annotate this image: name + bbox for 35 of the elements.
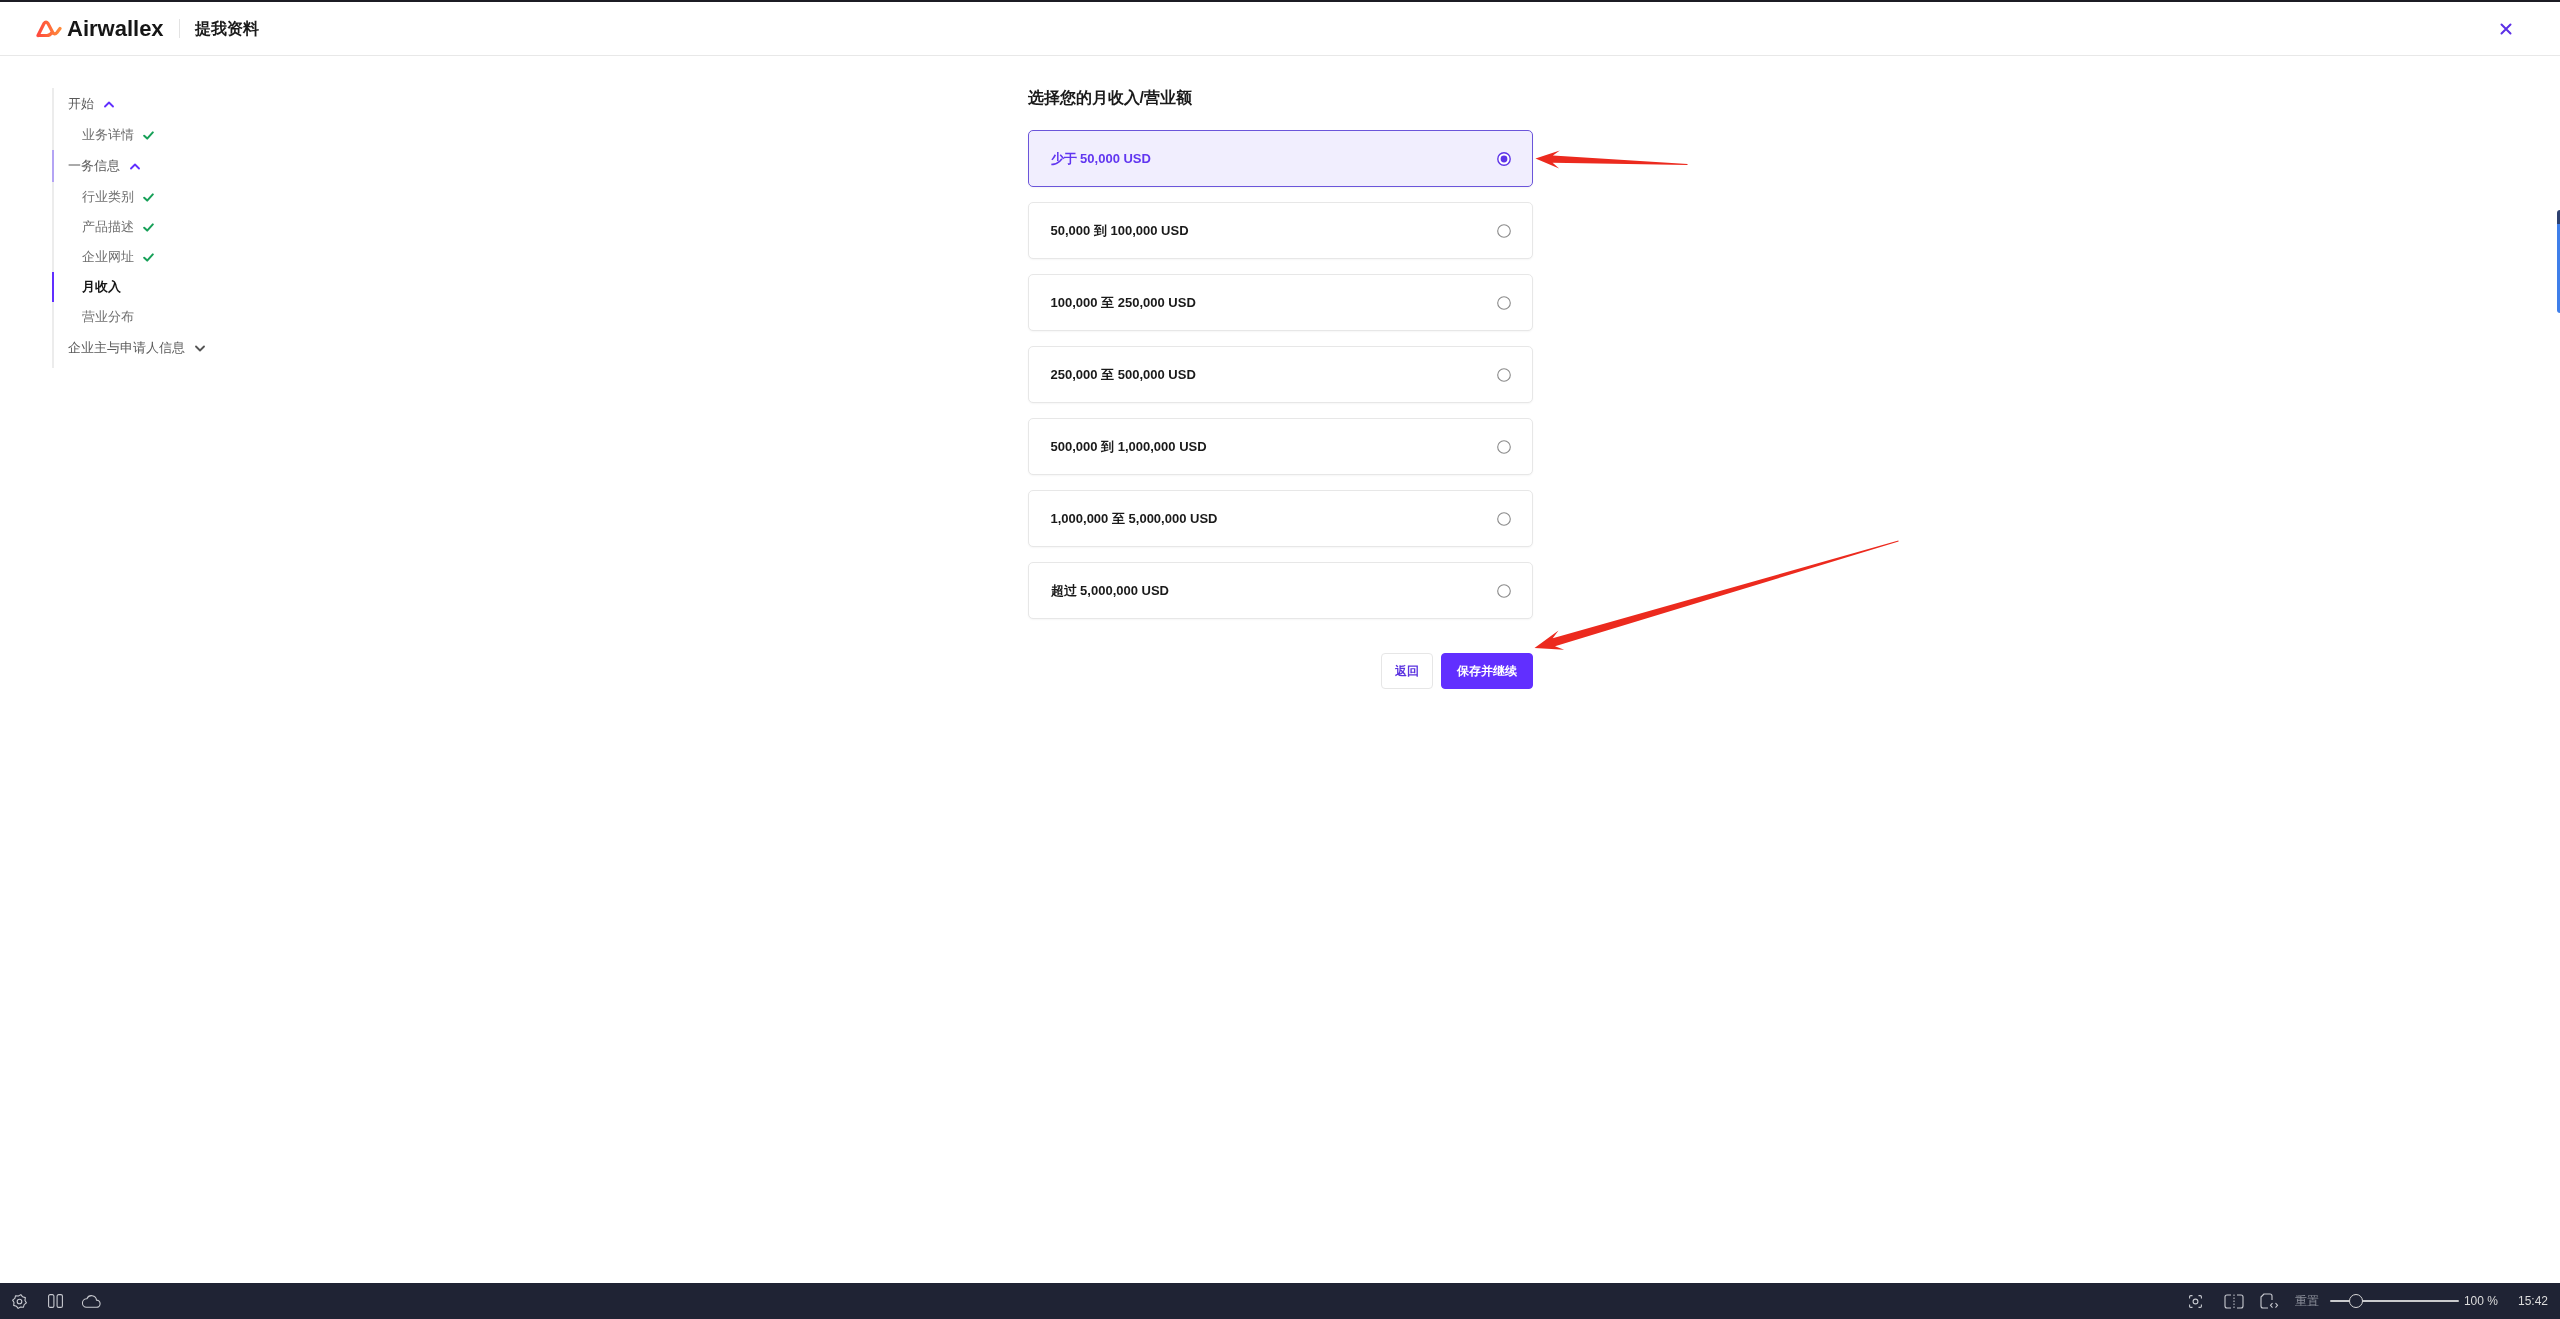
sidebar-section[interactable]: 企业主与申请人信息: [52, 332, 205, 364]
double-rectangle-icon[interactable]: [48, 1294, 63, 1308]
sidebar-item[interactable]: 营业分布: [52, 302, 205, 332]
split-view-icon[interactable]: [2223, 1293, 2244, 1309]
page-title: 提我资料: [194, 18, 259, 39]
zoom-reading: 100 %: [2463, 1294, 2498, 1308]
sidebar-section[interactable]: 一务信息: [52, 150, 205, 182]
cloud-icon[interactable]: [82, 1294, 101, 1308]
settings-icon[interactable]: [12, 1293, 27, 1309]
sidebar-item[interactable]: 月收入: [52, 272, 205, 302]
zoom-slider[interactable]: [2329, 1294, 2459, 1308]
income-option[interactable]: 100,000 至 250,000 USD: [1027, 274, 1533, 331]
sidebar-item[interactable]: 业务详情: [52, 120, 205, 150]
side-panel-handle[interactable]: [2557, 210, 2560, 313]
capture-icon[interactable]: [2188, 1294, 2202, 1308]
sidebar-item[interactable]: 企业网址: [52, 242, 205, 272]
section-heading: 选择您的月收入/营业额: [1027, 89, 1193, 107]
back-button[interactable]: 返回: [1380, 653, 1433, 689]
reset-control[interactable]: 重置: [2294, 1294, 2319, 1308]
brand-logo-icon: [36, 19, 62, 38]
income-option[interactable]: 1,000,000 至 5,000,000 USD: [1027, 490, 1533, 547]
close-icon[interactable]: [2500, 22, 2512, 35]
sidebar-item[interactable]: 产品描述: [52, 212, 205, 242]
income-option[interactable]: 50,000 到 100,000 USD: [1027, 202, 1533, 259]
sidebar-section[interactable]: 开始: [52, 88, 205, 120]
income-option[interactable]: 超过 5,000,000 USD: [1027, 562, 1533, 619]
zoom-slider-thumb[interactable]: [2348, 1294, 2363, 1308]
brand-name: Airwallex: [67, 15, 164, 42]
income-option[interactable]: 250,000 至 500,000 USD: [1027, 346, 1533, 403]
income-option[interactable]: 少于 50,000 USD: [1027, 130, 1533, 187]
sidebar-item[interactable]: 行业类别: [52, 182, 205, 212]
page-code-icon[interactable]: [2259, 1293, 2279, 1309]
save-continue-button[interactable]: 保存并继续: [1440, 653, 1533, 689]
clock-time: 15:42: [2517, 1294, 2548, 1308]
income-option[interactable]: 500,000 到 1,000,000 USD: [1027, 418, 1533, 475]
